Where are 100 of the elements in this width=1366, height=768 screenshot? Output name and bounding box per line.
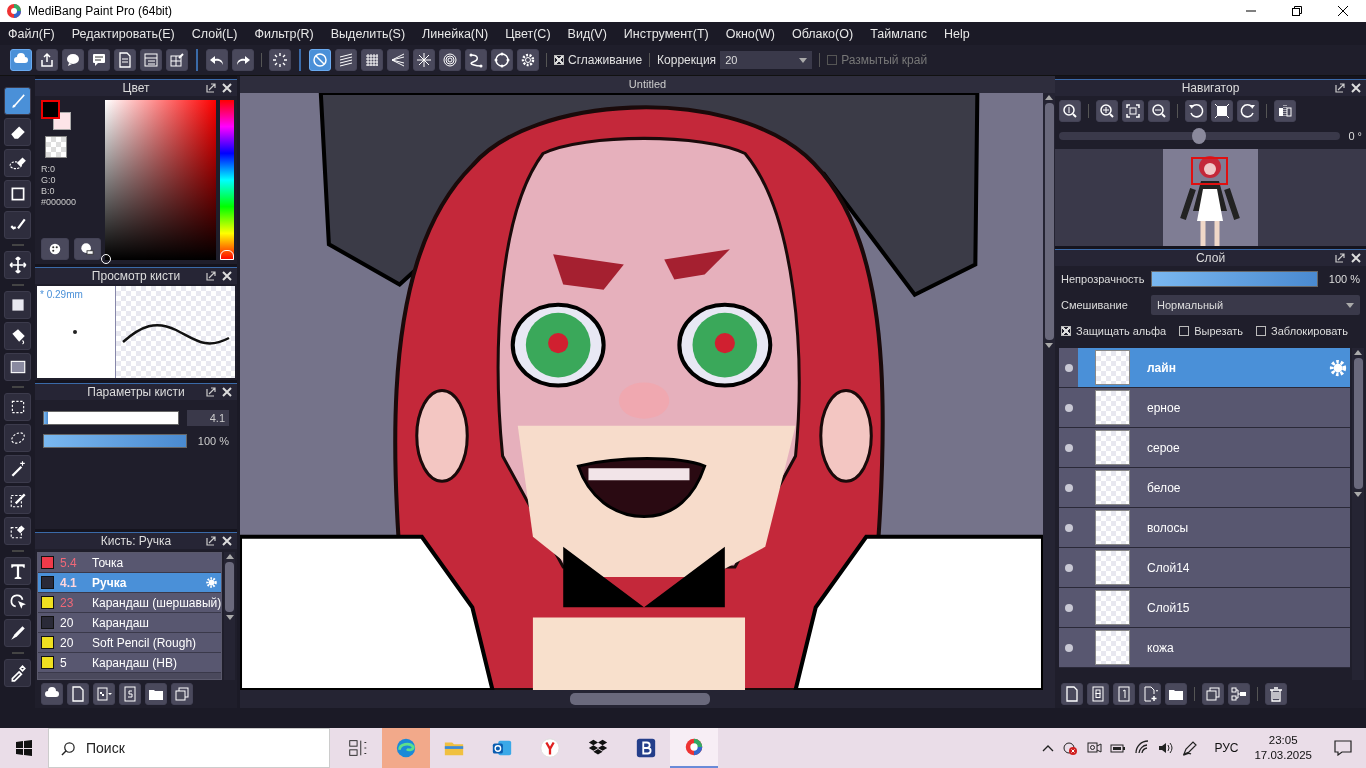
document-tab[interactable]: Untitled <box>240 76 1055 93</box>
settings-icon[interactable] <box>205 576 219 589</box>
canvas-vertical-scrollbar[interactable] <box>1043 93 1055 690</box>
menu-item[interactable]: Файл(F) <box>8 26 55 41</box>
brush-list-scrollbar[interactable] <box>224 552 235 680</box>
snap-button[interactable] <box>465 49 487 71</box>
toolbar-button[interactable] <box>1265 683 1287 705</box>
tool-button[interactable] <box>4 291 31 319</box>
menu-item[interactable]: Линейка(N) <box>422 26 489 41</box>
canvas-horizontal-scrollbar[interactable] <box>240 690 1055 708</box>
toolbar-button[interactable] <box>1087 683 1109 705</box>
toolbar-button[interactable] <box>1211 100 1233 122</box>
toolbar-button[interactable] <box>88 49 110 71</box>
toolbar-button[interactable] <box>67 683 89 705</box>
toolbar-button[interactable] <box>62 49 84 71</box>
tool-button[interactable] <box>4 619 31 647</box>
notification-icon[interactable] <box>1334 740 1352 756</box>
tool-button[interactable] <box>4 588 31 616</box>
toolbar-button[interactable] <box>232 49 254 71</box>
brush-list-item[interactable]: 20 Карандаш <box>38 613 222 633</box>
tool-button[interactable] <box>4 251 31 279</box>
checkbox[interactable] <box>1061 326 1071 336</box>
tool-button[interactable] <box>4 455 31 483</box>
snap-button[interactable] <box>361 49 383 71</box>
toolbar-button[interactable] <box>114 49 136 71</box>
layer-row[interactable]: белое <box>1059 468 1350 508</box>
toolbar-button[interactable] <box>1122 100 1144 122</box>
brush-list-item[interactable]: 5.4 Точка <box>38 553 222 573</box>
snap-button[interactable] <box>335 49 357 71</box>
maximize-icon[interactable] <box>1292 6 1302 16</box>
layer-row[interactable]: ерное <box>1059 388 1350 428</box>
layer-row[interactable]: кожа <box>1059 628 1350 668</box>
color-swatches-icon[interactable] <box>41 100 71 130</box>
search-field[interactable]: Поиск <box>48 728 330 768</box>
toolbar-button[interactable] <box>119 683 141 705</box>
toolbar-button[interactable] <box>145 683 167 705</box>
toolbar-button[interactable] <box>1096 100 1118 122</box>
menu-item[interactable]: Help <box>944 26 970 41</box>
brush-list-item[interactable]: 23 Карандаш (шершавый) <box>38 593 222 613</box>
toolbar-button[interactable] <box>140 49 162 71</box>
visibility-toggle[interactable] <box>1064 363 1073 372</box>
toolbar-button[interactable] <box>93 683 115 705</box>
undock-icon[interactable] <box>206 271 216 281</box>
visibility-toggle[interactable] <box>1064 563 1073 572</box>
settings-icon[interactable] <box>1328 357 1348 378</box>
rotation-handle[interactable] <box>1191 128 1206 144</box>
menu-item[interactable]: Инструмент(T) <box>623 26 709 41</box>
toolbar-button[interactable] <box>1113 683 1135 705</box>
layer-list-scrollbar[interactable] <box>1352 348 1364 680</box>
tool-button[interactable] <box>4 180 31 208</box>
undock-icon[interactable] <box>1335 253 1345 263</box>
clock-date[interactable]: 17.03.2025 <box>1254 748 1312 763</box>
snap-button[interactable] <box>439 49 461 71</box>
volume-icon[interactable] <box>1158 740 1175 756</box>
tool-button[interactable] <box>4 557 31 585</box>
menu-item[interactable]: Выделить(S) <box>330 26 406 41</box>
toolbar-button[interactable] <box>1237 100 1259 122</box>
tool-button[interactable] <box>4 424 31 452</box>
visibility-toggle[interactable] <box>1064 403 1073 412</box>
undock-icon[interactable] <box>206 536 216 546</box>
checkbox[interactable] <box>1256 326 1267 336</box>
menu-item[interactable]: Окно(W) <box>725 26 775 41</box>
menu-item[interactable]: Облако(O) <box>791 26 854 41</box>
menu-item[interactable]: Вид(V) <box>567 26 607 41</box>
palette-icon[interactable] <box>41 238 69 260</box>
transparent-color-swatch[interactable] <box>45 136 67 158</box>
menu-item[interactable]: Цвет(C) <box>505 26 551 41</box>
menu-item[interactable]: Редактировать(E) <box>71 26 175 41</box>
undock-icon[interactable] <box>206 387 216 397</box>
camera-icon[interactable] <box>1086 740 1103 756</box>
brush-size-value[interactable]: 4.1 <box>187 410 229 426</box>
tool-button[interactable] <box>4 517 31 545</box>
undock-icon[interactable] <box>206 83 216 93</box>
tool-button[interactable] <box>4 353 31 381</box>
toolbar-button[interactable] <box>269 49 291 71</box>
toolbar-button[interactable] <box>10 49 32 71</box>
toolbar-button[interactable] <box>41 683 63 705</box>
windows-start-icon[interactable] <box>16 740 32 756</box>
tool-button[interactable] <box>4 149 31 177</box>
hue-slider[interactable] <box>220 100 234 260</box>
tool-button[interactable] <box>4 659 31 687</box>
tool-button[interactable] <box>4 486 31 514</box>
toolbar-button[interactable] <box>1148 100 1170 122</box>
toolbar-button[interactable] <box>1061 683 1083 705</box>
toolbar-button[interactable] <box>36 49 58 71</box>
brush-list-item[interactable]: 20 Soft Pencil (Rough) <box>38 633 222 653</box>
layer-row[interactable]: Слой14 <box>1059 548 1350 588</box>
toolbar-button[interactable] <box>1185 100 1207 122</box>
visibility-toggle[interactable] <box>1064 643 1073 652</box>
scroll-down-icon[interactable] <box>1045 343 1053 349</box>
correction-dropdown[interactable]: 20 <box>720 51 813 69</box>
language-indicator[interactable]: РУС <box>1214 741 1239 755</box>
toolbar-button[interactable] <box>1059 100 1081 122</box>
chevron-up-icon[interactable] <box>1042 744 1055 752</box>
checkbox[interactable] <box>554 55 564 65</box>
visibility-toggle[interactable] <box>1064 523 1073 532</box>
snap-button[interactable] <box>309 49 331 71</box>
toolbar-button[interactable] <box>1202 683 1224 705</box>
color-picker-area[interactable] <box>105 100 216 260</box>
scroll-up-icon[interactable] <box>1045 95 1053 100</box>
